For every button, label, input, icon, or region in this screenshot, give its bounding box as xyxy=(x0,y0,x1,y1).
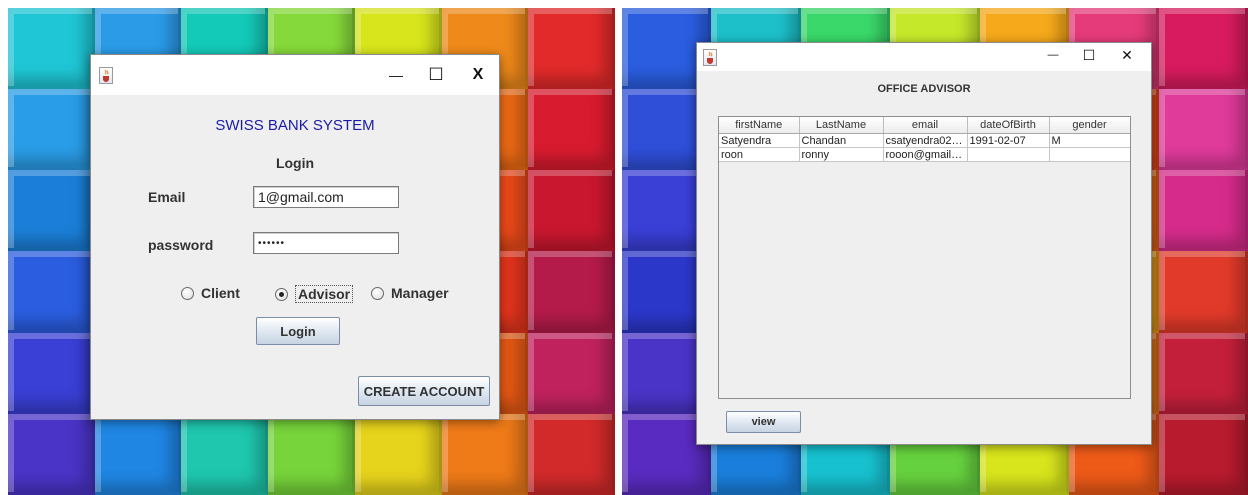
column-header-gender[interactable]: gender xyxy=(1049,117,1130,134)
cell-gender[interactable] xyxy=(1049,147,1130,162)
column-header-email[interactable]: email xyxy=(883,117,968,134)
minimize-icon[interactable]: — xyxy=(1035,43,1071,67)
email-label: Email xyxy=(148,189,186,205)
close-icon[interactable]: ✕ xyxy=(1109,43,1145,67)
radio-icon xyxy=(181,286,194,300)
radio-selected-icon xyxy=(275,287,288,301)
cell-email[interactable]: rooon@gmail.c... xyxy=(883,147,968,162)
office-advisor-heading: OFFICE ADVISOR xyxy=(877,83,971,95)
column-header-lastname[interactable]: LastName xyxy=(799,117,884,134)
view-button[interactable]: view xyxy=(726,411,801,433)
login-subheading: Login xyxy=(275,155,315,171)
title-bar[interactable]: — ☐ X xyxy=(91,55,499,95)
cell-firstname[interactable]: roon xyxy=(719,147,800,162)
password-label: password xyxy=(148,237,214,253)
cell-lastname[interactable]: ronny xyxy=(799,147,884,162)
advisor-table-scroll[interactable]: firstName LastName email dateOfBirth gen… xyxy=(718,116,1131,399)
table-row[interactable]: Satyendra Chandan csatyendra02@... 1991-… xyxy=(719,133,1130,148)
role-radio-manager[interactable]: Manager xyxy=(371,285,449,301)
maximize-icon[interactable]: ☐ xyxy=(1071,43,1107,67)
table-header-row: firstName LastName email dateOfBirth gen… xyxy=(719,117,1130,134)
role-radio-client-label: Client xyxy=(201,285,240,301)
close-icon[interactable]: X xyxy=(459,55,497,95)
radio-icon xyxy=(371,286,384,300)
cell-firstname[interactable]: Satyendra xyxy=(719,133,800,148)
login-window: — ☐ X SWISS BANK SYSTEM Login Email 1@gm… xyxy=(90,54,500,420)
role-radio-client[interactable]: Client xyxy=(181,285,240,301)
desktop-background-right: — ☐ ✕ OFFICE ADVISOR firstName LastName … xyxy=(622,8,1248,495)
java-cup-icon xyxy=(703,49,717,66)
role-radio-manager-label: Manager xyxy=(391,285,449,301)
create-account-button[interactable]: CREATE ACCOUNT xyxy=(358,376,490,406)
advisor-window: — ☐ ✕ OFFICE ADVISOR firstName LastName … xyxy=(696,42,1152,445)
role-radio-advisor-label: Advisor xyxy=(295,285,354,303)
column-header-firstname[interactable]: firstName xyxy=(719,117,800,134)
column-header-dateofbirth[interactable]: dateOfBirth xyxy=(967,117,1050,134)
table-row[interactable]: roon ronny rooon@gmail.c... xyxy=(719,147,1130,162)
java-cup-icon xyxy=(99,67,113,84)
title-bar[interactable]: — ☐ ✕ xyxy=(697,43,1151,71)
email-field[interactable]: 1@gmail.com xyxy=(253,186,399,208)
advisor-table: firstName LastName email dateOfBirth gen… xyxy=(719,117,1130,162)
app-heading: SWISS BANK SYSTEM xyxy=(215,117,375,134)
password-field[interactable]: •••••• xyxy=(253,232,399,254)
desktop-background-left: — ☐ X SWISS BANK SYSTEM Login Email 1@gm… xyxy=(8,8,615,495)
cell-email[interactable]: csatyendra02@... xyxy=(883,133,968,148)
role-radio-advisor[interactable]: Advisor xyxy=(275,285,354,303)
maximize-icon[interactable]: ☐ xyxy=(417,55,455,95)
cell-dateofbirth[interactable]: 1991-02-07 xyxy=(967,133,1050,148)
cell-lastname[interactable]: Chandan xyxy=(799,133,884,148)
login-button[interactable]: Login xyxy=(256,317,340,345)
minimize-icon[interactable]: — xyxy=(377,55,415,95)
cell-gender[interactable]: M xyxy=(1049,133,1130,148)
cell-dateofbirth[interactable] xyxy=(967,147,1050,162)
